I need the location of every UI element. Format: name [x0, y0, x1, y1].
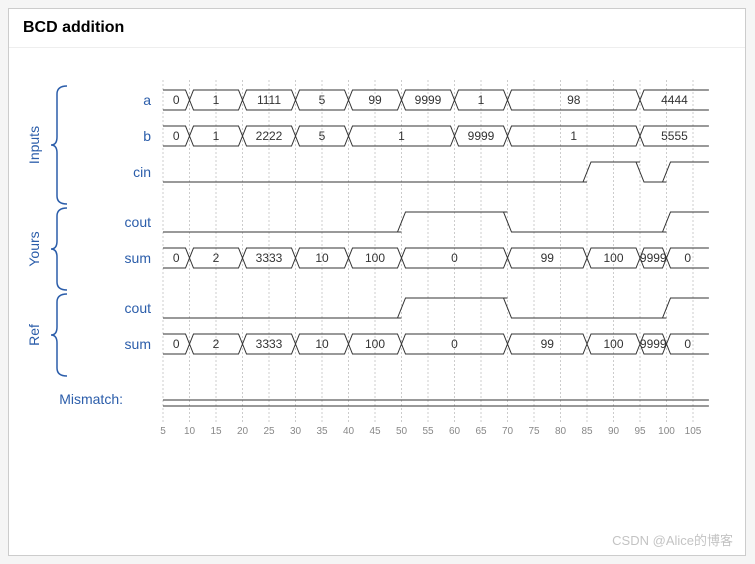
- chart-area: InputsYoursRefa01111159999991984444b0122…: [9, 48, 745, 562]
- group-bracket: [51, 208, 67, 290]
- bus-value: 3333: [256, 251, 283, 265]
- axis-tick: 65: [475, 426, 487, 437]
- bus-value: 99: [368, 93, 382, 107]
- bus-value: 2: [213, 337, 220, 351]
- wire-cout: [163, 298, 709, 318]
- axis-tick: 75: [528, 426, 540, 437]
- axis-tick: 95: [634, 426, 646, 437]
- signal-label-cout: cout: [125, 214, 152, 230]
- group-label: Inputs: [26, 126, 42, 164]
- axis-tick: 25: [263, 426, 275, 437]
- signal-label-sum_ref: sum: [125, 336, 151, 352]
- axis-tick: 105: [685, 426, 702, 437]
- bus-value: 10: [315, 251, 329, 265]
- axis-tick: 20: [237, 426, 249, 437]
- watermark: CSDN @Alice的博客: [612, 530, 733, 549]
- bus-value: 0: [173, 93, 180, 107]
- bus-value: 3333: [256, 337, 283, 351]
- wire-cin: [163, 162, 709, 182]
- bus-value: 5555: [661, 129, 688, 143]
- bus-value: 100: [603, 337, 623, 351]
- group-bracket: [51, 294, 67, 376]
- group-bracket: [51, 86, 67, 204]
- axis-tick: 80: [555, 426, 567, 437]
- axis-tick: 85: [581, 426, 593, 437]
- signal-label-cin: cin: [133, 164, 151, 180]
- signal-label-a: a: [143, 92, 151, 108]
- bus-value: 100: [365, 337, 385, 351]
- axis-tick: 100: [658, 426, 675, 437]
- bus-value: 0: [173, 251, 180, 265]
- bus-value: 0: [451, 251, 458, 265]
- bus-value: 1: [570, 129, 577, 143]
- bus-value: 0: [173, 337, 180, 351]
- bus-value: 0: [684, 337, 691, 351]
- bus-value: 1: [213, 129, 220, 143]
- wire-cout: [163, 212, 709, 232]
- axis-tick: 5: [160, 426, 166, 437]
- axis-tick: 45: [369, 426, 381, 437]
- bus-value: 1: [478, 93, 485, 107]
- axis-tick: 70: [502, 426, 514, 437]
- bus-value: 9999: [415, 93, 442, 107]
- signal-label-b: b: [143, 128, 151, 144]
- axis-tick: 50: [396, 426, 408, 437]
- page-title: BCD addition: [9, 9, 745, 48]
- bus-value: 0: [684, 251, 691, 265]
- bus-value: 2222: [256, 129, 283, 143]
- group-label: Yours: [26, 231, 42, 266]
- axis-tick: 15: [210, 426, 222, 437]
- bus-value: 99: [541, 251, 555, 265]
- mismatch-label: Mismatch:: [59, 391, 123, 407]
- axis-tick: 40: [343, 426, 355, 437]
- bus-value: 4444: [661, 93, 688, 107]
- bus-value: 5: [319, 129, 326, 143]
- bus-value: 9999: [468, 129, 495, 143]
- bus-value: 1111: [257, 93, 281, 107]
- axis-tick: 55: [422, 426, 434, 437]
- axis-tick: 30: [290, 426, 302, 437]
- axis-tick: 35: [316, 426, 328, 437]
- bus-value: 0: [451, 337, 458, 351]
- bus-value: 9999: [640, 337, 667, 351]
- bus-value: 98: [567, 93, 581, 107]
- bus-value: 5: [319, 93, 326, 107]
- signal-label-sum: sum: [125, 250, 151, 266]
- bus-value: 100: [603, 251, 623, 265]
- timing-diagram-panel: BCD addition InputsYoursRefa011111599999…: [8, 8, 746, 556]
- bus-value: 10: [315, 337, 329, 351]
- axis-tick: 10: [184, 426, 196, 437]
- group-label: Ref: [26, 324, 42, 346]
- axis-tick: 60: [449, 426, 461, 437]
- bus-value: 99: [541, 337, 555, 351]
- axis-tick: 90: [608, 426, 620, 437]
- bus-value: 100: [365, 251, 385, 265]
- bus-value: 1: [398, 129, 405, 143]
- bus-value: 2: [213, 251, 220, 265]
- waveform-svg: InputsYoursRefa01111159999991984444b0122…: [23, 62, 733, 552]
- bus-value: 0: [173, 129, 180, 143]
- signal-label-cout_ref: cout: [125, 300, 152, 316]
- bus-value: 1: [213, 93, 220, 107]
- bus-value: 9999: [640, 251, 667, 265]
